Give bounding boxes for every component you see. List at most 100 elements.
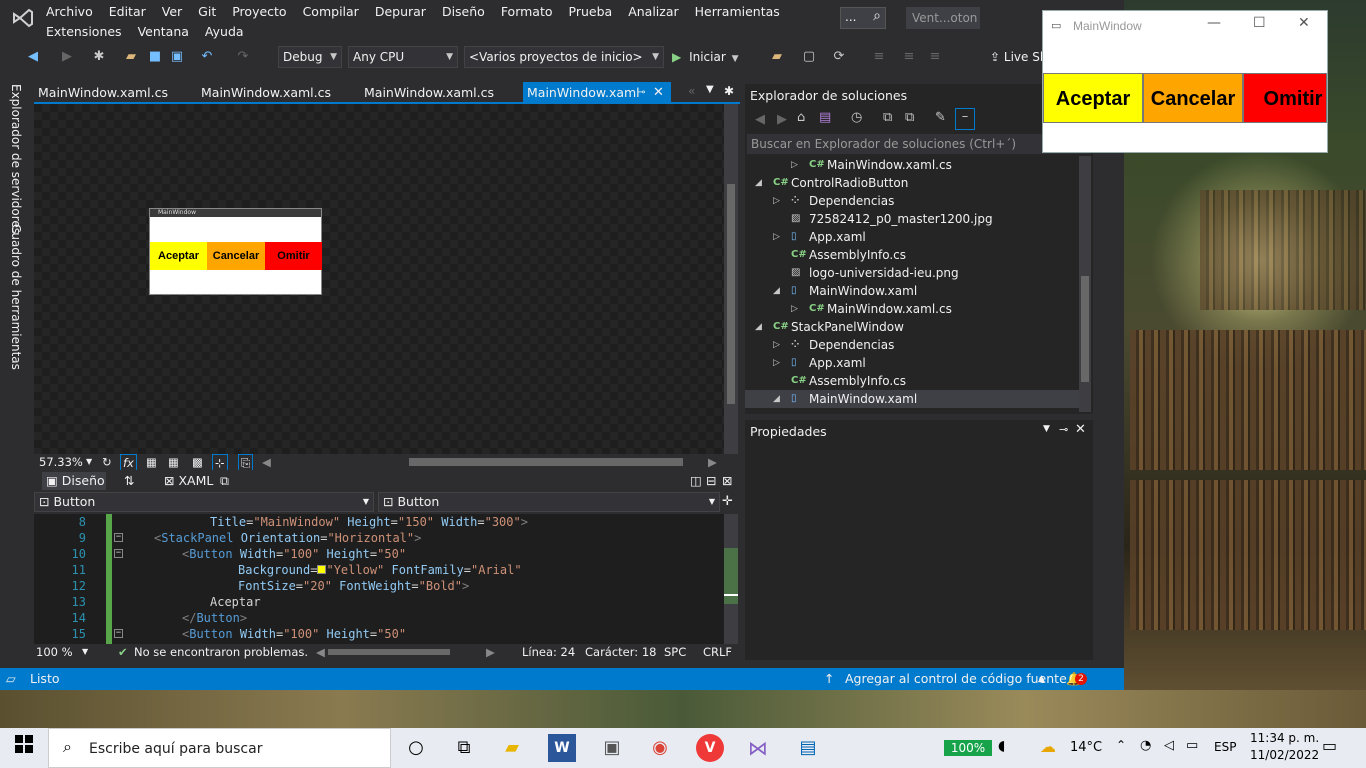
designer-zoom[interactable]: 57.33% [39, 454, 83, 470]
sync-icon[interactable]: ⧉ [883, 110, 892, 125]
menu-item-compilar[interactable]: Compilar [301, 0, 367, 20]
code-line[interactable]: 10 <Button Width="100" Height="50" − [34, 546, 724, 562]
scroll-tabs-icon[interactable]: « [688, 84, 695, 98]
tab-list-icon[interactable]: ▼ [706, 84, 714, 95]
tab-mainwindow-xaml-cs[interactable]: MainWindow.xaml.cs [360, 82, 520, 104]
aceptar-button[interactable]: Aceptar [1043, 73, 1143, 123]
switch-views-icon[interactable]: ▤ [819, 110, 831, 125]
scroll-left-icon[interactable]: ◀ [262, 454, 271, 470]
char-indicator[interactable]: Carácter: 18 [585, 644, 656, 660]
solution-tree-item[interactable]: ◢ C# StackPanelWindow [745, 318, 1081, 336]
code-line[interactable]: 13 Aceptar [34, 594, 724, 610]
vertical-split-icon[interactable]: ◫ [690, 473, 702, 488]
new-project-icon[interactable]: ✱ [90, 48, 108, 66]
designer-omitir-button[interactable]: Omitir [265, 242, 322, 270]
element-selector-left[interactable]: ⊡ Button ▼ [34, 492, 374, 512]
menu-item-extensiones[interactable]: Extensiones [44, 20, 130, 40]
expand-arrow-icon[interactable]: ▷ [773, 192, 780, 210]
open-folder-icon[interactable]: ▰ [122, 48, 140, 66]
omitir-button[interactable]: Omitir [1243, 73, 1327, 123]
collapse-arrow-icon[interactable]: ◢ [773, 282, 780, 300]
whitespace-indicator[interactable]: SPC [664, 644, 686, 660]
cortana-icon[interactable]: ○ [402, 734, 430, 762]
solution-tree-item[interactable]: ◢ ▯ MainWindow.xaml [745, 390, 1081, 408]
windows-start-icon[interactable] [10, 734, 38, 762]
tab-mainwindow-xaml-cs[interactable]: MainWindow.xaml.cs [197, 82, 357, 104]
photos-icon[interactable]: ▣ [598, 734, 626, 762]
tab-xaml[interactable]: ⊠ XAML [160, 472, 213, 490]
weather-icon[interactable]: ☁ [1040, 737, 1056, 756]
toolbox-tab[interactable]: Cuadro de herramientas [9, 224, 23, 370]
scrollbar-thumb[interactable] [1081, 276, 1089, 382]
grid-icon[interactable]: ▦ [146, 454, 157, 470]
solution-tree-item[interactable]: ◢ C# ControlRadioButton [745, 174, 1081, 192]
save-all-icon[interactable]: ▣ [168, 48, 186, 66]
server-explorer-tab[interactable]: Explorador de servidores [9, 84, 23, 234]
collapse-region-icon[interactable]: − [114, 549, 123, 558]
scroll-right-icon[interactable]: ▶ [708, 454, 717, 470]
output-icon[interactable]: ▱ [6, 668, 16, 690]
code-line[interactable]: 11 Background= "Yellow" FontFamily="Arial" [34, 562, 724, 578]
menu-item-analizar[interactable]: Analizar [626, 0, 686, 20]
startup-project-select[interactable]: <Varios proyectos de inicio> ▼ [464, 46, 664, 68]
xaml-designer-canvas[interactable]: MainWindow Aceptar Cancelar Omitir [34, 104, 724, 454]
tree-scrollbar[interactable] [1079, 156, 1091, 412]
scroll-right-icon[interactable]: ▶ [486, 644, 495, 660]
tab-mainwindow-xaml-cs[interactable]: MainWindow.xaml.cs [34, 82, 194, 104]
code-line[interactable]: 8 Title="MainWindow" Height="150" Width="… [34, 514, 724, 530]
chevron-up-icon[interactable]: ▲ [1038, 668, 1045, 690]
chrome-icon[interactable]: ◉ [646, 734, 674, 762]
search-box[interactable]: ... ⌕ [840, 7, 886, 29]
scrollbar-thumb[interactable] [727, 184, 735, 404]
code-line[interactable]: 12 FontSize="20" FontWeight="Bold"> [34, 578, 724, 594]
designer-window-preview[interactable]: MainWindow Aceptar Cancelar Omitir [149, 208, 322, 295]
language-indicator[interactable]: ESP [1214, 740, 1236, 754]
horizontal-split-icon[interactable]: ⊟ [706, 473, 716, 488]
menu-item-ver[interactable]: Ver [160, 0, 190, 20]
code-line[interactable]: 9 <StackPanel Orientation="Horizontal"> − [34, 530, 724, 546]
pin-icon[interactable]: ⊸ [1059, 423, 1068, 436]
solution-tree-item[interactable]: ▷ ▯ App.xaml [745, 354, 1081, 372]
swap-panes-icon[interactable]: ⇅ [124, 473, 134, 488]
indent-icon[interactable]: ≡ [870, 48, 888, 66]
redo-icon[interactable]: ↷ [234, 48, 252, 66]
chevron-up-icon[interactable]: ⌃ [1116, 738, 1126, 752]
visual-studio-icon[interactable]: ⋈ [744, 734, 772, 762]
close-icon[interactable]: ✕ [653, 82, 664, 104]
line-indicator[interactable]: Línea: 24 [522, 644, 575, 660]
menu-item-diseño[interactable]: Diseño [440, 0, 493, 20]
menu-item-ventana[interactable]: Ventana [136, 20, 197, 40]
menu-item-ayuda[interactable]: Ayuda [203, 20, 252, 40]
solution-tree-item[interactable]: ▷ C# MainWindow.xaml.cs [745, 156, 1081, 174]
xaml-code-editor[interactable]: 8 Title="MainWindow" Height="150" Width="… [34, 514, 724, 644]
collapse-region-icon[interactable]: − [114, 533, 123, 542]
solution-name-badge[interactable]: Vent...oton [906, 7, 980, 29]
back-icon[interactable]: ◀ [755, 112, 765, 127]
pending-changes-icon[interactable]: ◷ [851, 110, 862, 125]
menu-item-depurar[interactable]: Depurar [373, 0, 434, 20]
problems-status[interactable]: No se encontraron problemas. [134, 644, 308, 660]
file-explorer-icon[interactable]: ▰ [498, 734, 526, 762]
volume-icon[interactable]: ◁ [1164, 738, 1174, 753]
task-view-icon[interactable]: ⧉ [450, 734, 478, 762]
solution-tree-item[interactable]: C# AssemblyInfo.cs [745, 246, 1081, 264]
expand-arrow-icon[interactable]: ▷ [791, 156, 798, 174]
taskbar-search-box[interactable]: ⌕ Escribe aquí para buscar [48, 728, 391, 768]
minimize-icon[interactable]: — [1207, 15, 1221, 31]
start-button[interactable]: ▶ Iniciar ▼ [672, 46, 740, 68]
settings-gear-icon[interactable]: ✱ [724, 84, 734, 98]
horizontal-scrollbar-thumb[interactable] [409, 458, 683, 466]
code-vertical-scrollbar[interactable] [724, 514, 738, 644]
wifi-icon[interactable]: ◔ [1140, 738, 1151, 753]
configuration-select[interactable]: Debug ▼ [278, 46, 342, 68]
folder-search-icon[interactable]: ▰ [768, 48, 786, 66]
pin-icon[interactable]: ⊸ [637, 82, 645, 104]
close-icon[interactable]: ✕ [1075, 422, 1086, 437]
collapse-pane-icon[interactable]: ⊠ [722, 473, 732, 488]
menu-item-herramientas[interactable]: Herramientas [693, 0, 788, 20]
collapse-arrow-icon[interactable]: ◢ [773, 390, 780, 408]
popout-icon[interactable]: ⧉ [220, 473, 229, 489]
collapse-arrow-icon[interactable]: ◢ [755, 318, 762, 336]
snap-grid-icon[interactable]: ▦ [168, 454, 179, 470]
designer-aceptar-button[interactable]: Aceptar [150, 242, 207, 270]
